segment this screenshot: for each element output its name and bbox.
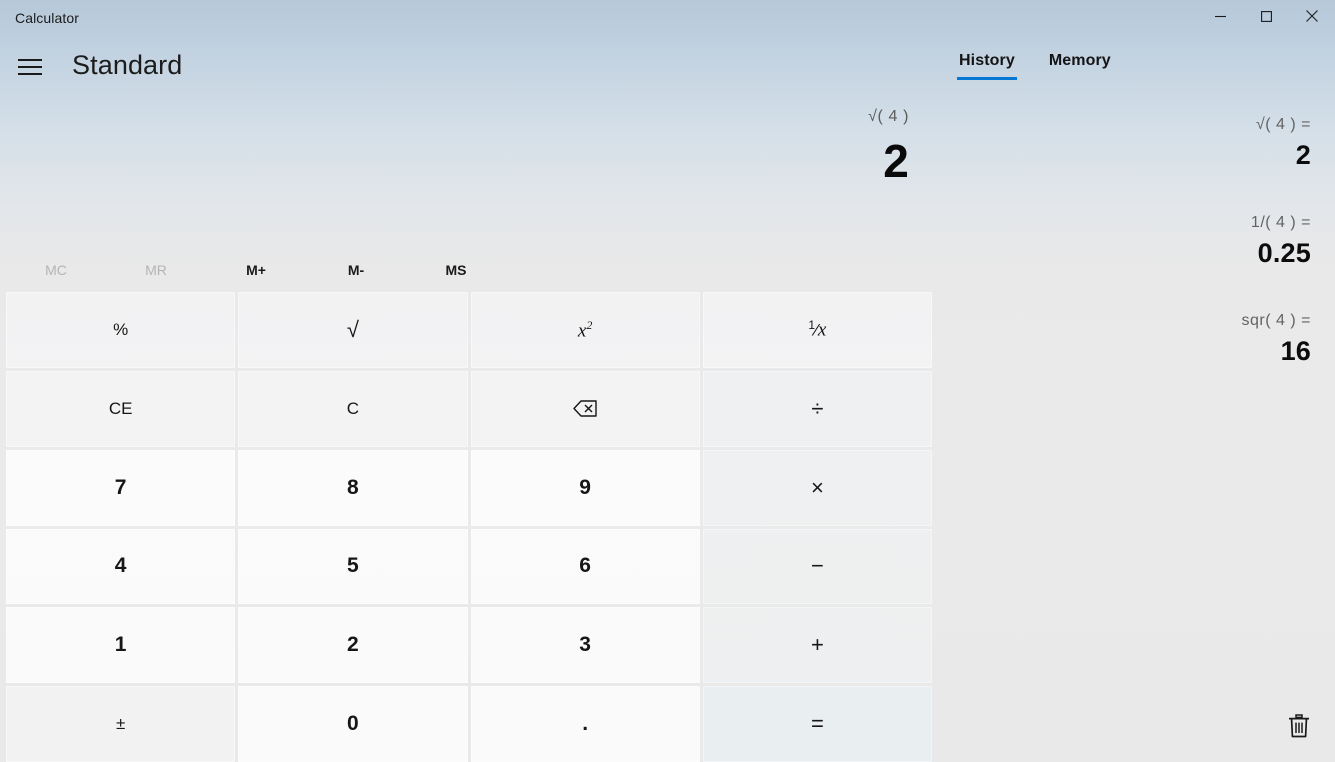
memory-add-button[interactable]: M+ (206, 252, 306, 288)
minimize-icon (1214, 15, 1226, 17)
history-expression: sqr( 4 ) = (1241, 312, 1311, 329)
minimize-button[interactable] (1197, 0, 1243, 32)
digit-1-button[interactable]: 1 (6, 607, 236, 684)
square-root-label: √ (346, 316, 359, 342)
history-expression: 1/( 4 ) = (1250, 214, 1311, 231)
keypad: % √ x2 1⁄x CE C ÷ 7 8 9 × 4 5 6 − 1 2 3 … (6, 292, 932, 762)
digit-label: 3 (579, 633, 591, 657)
window-controls (1197, 0, 1335, 32)
equals-button[interactable]: = (702, 686, 932, 762)
memory-subtract-button[interactable]: M- (306, 252, 406, 288)
digit-label: 4 (114, 554, 127, 578)
digit-label: 9 (579, 475, 591, 499)
digit-label: 6 (579, 554, 591, 578)
memory-clear-button[interactable]: MC (6, 252, 106, 288)
negate-label: ± (115, 714, 126, 734)
memory-store-button[interactable]: MS (406, 252, 506, 288)
multiply-label: × (810, 474, 824, 500)
maximize-button[interactable] (1243, 0, 1289, 32)
multiply-button[interactable]: × (702, 449, 932, 526)
digit-label: 5 (347, 554, 359, 578)
digit-9-button[interactable]: 9 (470, 449, 700, 526)
backspace-button[interactable] (470, 370, 700, 447)
calculator-window: Calculator Standard History Memory √(4 … (0, 0, 1335, 762)
digit-label: 7 (114, 475, 127, 499)
clear-label: C (346, 398, 360, 418)
window-title: Calculator (15, 10, 80, 26)
digit-2-button[interactable]: 2 (238, 607, 468, 684)
subtract-button[interactable]: − (702, 528, 932, 605)
clear-entry-button[interactable]: CE (6, 370, 236, 447)
add-button[interactable]: + (702, 607, 932, 684)
title-bar: Calculator (0, 0, 1335, 36)
history-item[interactable]: 1/( 4 ) = 0.25 (971, 212, 1311, 272)
digit-3-button[interactable]: 3 (470, 607, 700, 684)
digit-0-button[interactable]: 0 (238, 686, 468, 762)
square-root-button[interactable]: √ (238, 292, 468, 368)
digit-4-button[interactable]: 4 (6, 528, 236, 605)
clear-entry-label: CE (108, 398, 133, 418)
digit-label: 1 (114, 633, 127, 657)
history-list: √( 4 ) = 2 1/( 4 ) = 0.25 sqr( 4 ) = 16 (971, 114, 1311, 408)
calculator-panel: √( 4 ) 2 MC MR M+ M- MS % √ x2 1⁄x CE C … (0, 36, 933, 762)
subtract-label: − (810, 553, 824, 579)
digit-label: 2 (347, 633, 359, 657)
history-value: 16 (1280, 336, 1311, 366)
decimal-label: . (582, 712, 589, 736)
backspace-icon (573, 400, 597, 417)
divide-button[interactable]: ÷ (702, 370, 932, 447)
square-label: x2 (577, 317, 593, 342)
clear-button[interactable]: C (238, 370, 468, 447)
display-area: √( 4 ) 2 (309, 108, 909, 192)
square-button[interactable]: x2 (470, 292, 700, 368)
percent-button[interactable]: % (6, 292, 236, 368)
history-item[interactable]: sqr( 4 ) = 16 (971, 310, 1311, 370)
memory-recall-button[interactable]: MR (106, 252, 206, 288)
trash-icon (1289, 714, 1309, 738)
history-panel: √( 4 ) = 2 1/( 4 ) = 0.25 sqr( 4 ) = 16 (933, 36, 1335, 762)
negate-button[interactable]: ± (6, 686, 236, 762)
history-value: 0.25 (1257, 238, 1311, 268)
close-icon (1306, 10, 1318, 22)
maximize-icon (1260, 10, 1272, 22)
history-item[interactable]: √( 4 ) = 2 (971, 114, 1311, 174)
add-label: + (810, 632, 824, 658)
percent-label: % (113, 319, 129, 339)
digit-8-button[interactable]: 8 (238, 449, 468, 526)
digit-6-button[interactable]: 6 (470, 528, 700, 605)
digit-7-button[interactable]: 7 (6, 449, 236, 526)
decimal-point-button[interactable]: . (470, 686, 700, 762)
display-expression: √( 4 ) (868, 108, 909, 125)
equals-label: = (810, 711, 824, 737)
display-result[interactable]: 2 (309, 130, 909, 192)
reciprocal-label: 1⁄x (808, 318, 827, 341)
digit-label: 8 (347, 475, 359, 499)
divide-label: ÷ (811, 395, 824, 421)
clear-history-button[interactable] (1277, 704, 1321, 748)
reciprocal-button[interactable]: 1⁄x (702, 292, 932, 368)
digit-label: 0 (347, 712, 359, 736)
history-expression: √( 4 ) = (1255, 116, 1311, 133)
digit-5-button[interactable]: 5 (238, 528, 468, 605)
history-value: 2 (1295, 140, 1311, 170)
memory-buttons-row: MC MR M+ M- MS (6, 252, 926, 288)
close-button[interactable] (1289, 0, 1335, 32)
